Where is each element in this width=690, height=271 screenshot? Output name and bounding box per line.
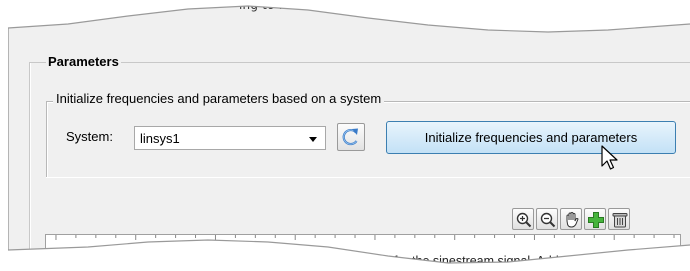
refresh-button[interactable]	[337, 123, 365, 151]
init-group-shadow	[46, 177, 690, 178]
zoom-out-icon	[540, 212, 556, 228]
hint-text: for the sinestream signal. Add	[394, 254, 559, 268]
init-group-title: Initialize frequencies and parameters ba…	[53, 91, 385, 106]
pan-button[interactable]	[560, 208, 582, 230]
pan-hand-icon	[566, 211, 579, 228]
parameters-group-border-highlight	[30, 63, 31, 252]
refresh-icon	[342, 128, 358, 146]
parameters-title: Parameters	[46, 54, 121, 69]
frequency-table[interactable]	[45, 234, 681, 263]
add-button[interactable]	[584, 208, 606, 230]
delete-button[interactable]	[608, 208, 630, 230]
window-panel: ing to ... Parameters Initialize frequen…	[8, 0, 690, 268]
chevron-down-icon	[309, 137, 317, 142]
mouse-cursor-icon	[601, 145, 618, 170]
zoom-in-icon	[516, 212, 532, 228]
parameters-group-border	[29, 62, 690, 63]
cut-off-text: ing to ...	[239, 0, 291, 12]
initialize-button[interactable]: Initialize frequencies and parameters	[386, 121, 676, 154]
zoom-out-button[interactable]	[536, 208, 558, 230]
system-select[interactable]: linsys1	[134, 126, 326, 150]
zoom-in-button[interactable]	[512, 208, 534, 230]
delete-icon	[612, 213, 628, 228]
system-label: System:	[66, 129, 113, 144]
system-select-value: linsys1	[140, 131, 180, 146]
table-ruler	[55, 235, 675, 240]
add-icon	[588, 212, 604, 228]
